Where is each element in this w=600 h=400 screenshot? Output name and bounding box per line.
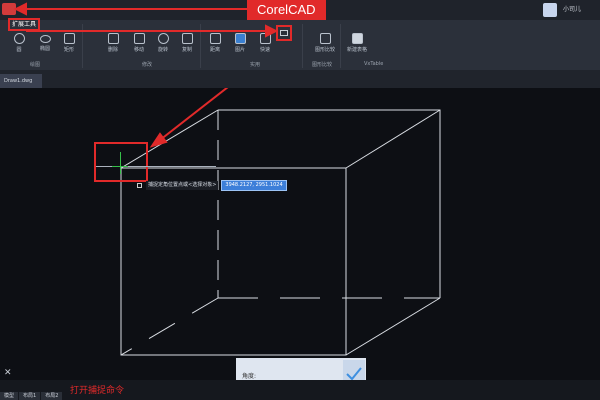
tab-layout2[interactable]: 布局2	[41, 392, 63, 400]
prompt-text: 捕捉定角位置点或<选择对象>	[146, 180, 219, 190]
annotation-arrow	[159, 88, 229, 141]
top-annotation-arrow	[13, 2, 279, 38]
dynamic-input-prompt: 捕捉定角位置点或<选择对象> 3948.2127, 2951.1024	[137, 179, 287, 191]
drawing-canvas[interactable]	[0, 88, 600, 380]
tab-drawing[interactable]: Draw1.dwg	[0, 74, 42, 88]
cube-edge	[345, 297, 441, 356]
cube-wireframe	[120, 88, 441, 356]
cursor-highlight-box	[94, 142, 148, 182]
dialog-label: 角度:	[242, 373, 257, 380]
document-tabs: Draw1.dwg	[0, 70, 600, 88]
cursor-crosshair-green	[120, 152, 121, 174]
coordinate-input[interactable]: 3948.2127, 2951.1024	[221, 179, 287, 191]
prompt-icon	[137, 182, 142, 188]
cube-hidden-edge	[120, 297, 219, 356]
layout-tabs: 模型 布局1 布局2	[0, 392, 63, 400]
tab-model[interactable]: 模型	[0, 392, 19, 400]
cube-edge	[345, 109, 441, 169]
annotation-caption: 打开捕捉命令	[70, 386, 125, 396]
front-face	[120, 167, 347, 356]
close-icon[interactable]: ✕	[4, 368, 12, 378]
back-face-edge	[218, 109, 441, 298]
tab-layout1[interactable]: 布局1	[19, 392, 41, 400]
